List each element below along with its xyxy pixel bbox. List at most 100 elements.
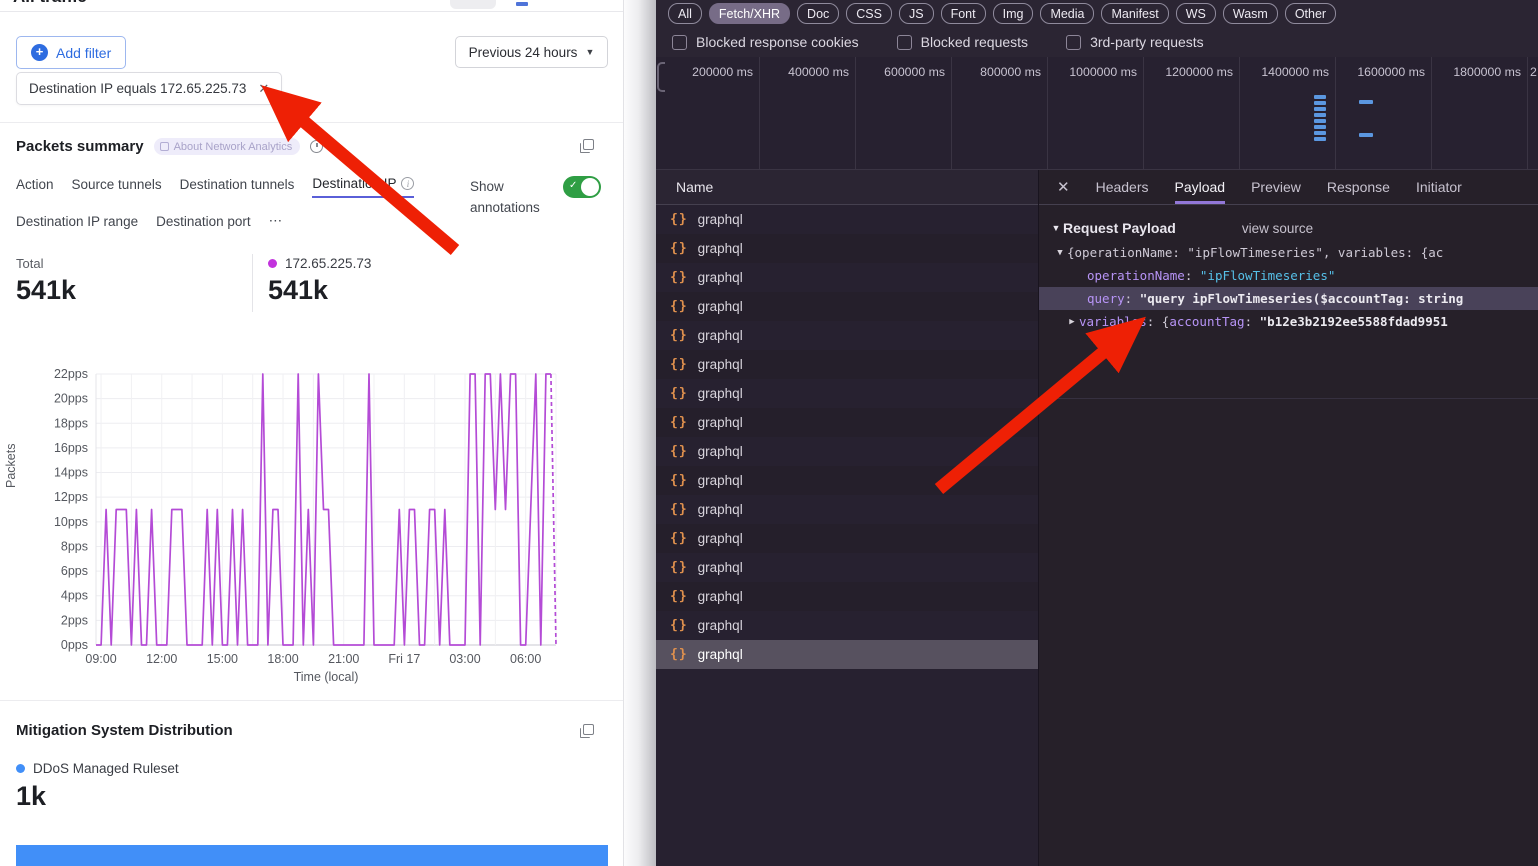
detail-tab-headers[interactable]: Headers — [1096, 170, 1149, 204]
request-row[interactable]: {}graphql — [656, 553, 1038, 582]
filter-pill-manifest[interactable]: Manifest — [1101, 3, 1168, 24]
timeline-scroll-handle[interactable] — [657, 62, 665, 92]
time-range-select[interactable]: Previous 24 hours ▼ — [455, 36, 608, 68]
expand-panel-icon[interactable] — [583, 139, 594, 150]
request-name: graphql — [698, 589, 743, 604]
waterfall-bar — [1359, 100, 1373, 104]
check-icon: ✓ — [569, 180, 577, 191]
mitigation-title: Mitigation System Distribution — [16, 722, 233, 739]
name-column-header[interactable]: Name — [676, 179, 713, 195]
toggle-knob — [581, 178, 599, 196]
request-row[interactable]: {}graphql — [656, 495, 1038, 524]
request-row[interactable]: {}graphql — [656, 611, 1038, 640]
request-name: graphql — [698, 473, 743, 488]
section-divider — [0, 122, 623, 123]
tab-label: Action — [16, 177, 54, 192]
request-row[interactable]: {}graphql — [656, 379, 1038, 408]
detail-tab-payload[interactable]: Payload — [1175, 170, 1226, 204]
request-row[interactable]: {}graphql — [656, 582, 1038, 611]
network-overview-timeline[interactable]: 200000 ms400000 ms600000 ms800000 ms1000… — [656, 57, 1538, 170]
json-icon: {} — [670, 618, 688, 633]
tab-destination-tunnels[interactable]: Destination tunnels — [180, 176, 295, 198]
show-annotations-toggle[interactable]: ✓ — [563, 176, 601, 198]
request-row[interactable]: {}graphql — [656, 466, 1038, 495]
request-row[interactable]: {}graphql — [656, 437, 1038, 466]
detail-tab-initiator[interactable]: Initiator — [1416, 170, 1462, 204]
tab-label: Destination IP range — [16, 214, 138, 229]
filter-pill-doc[interactable]: Doc — [797, 3, 839, 24]
json-icon: {} — [670, 647, 688, 662]
close-detail-icon[interactable]: ✕ — [1057, 178, 1070, 196]
tab-label: Destination IP — [312, 176, 396, 191]
waterfall-bar — [1314, 95, 1326, 99]
request-row[interactable]: {}graphql — [656, 263, 1038, 292]
request-name: graphql — [698, 270, 743, 285]
json-icon: {} — [670, 357, 688, 372]
checkbox-box[interactable] — [897, 35, 912, 50]
filter-pill-all[interactable]: All — [668, 3, 702, 24]
payload-token: : { — [1147, 314, 1170, 329]
plus-icon: + — [31, 44, 48, 61]
page-title: All traffic — [13, 0, 87, 7]
request-row[interactable]: {}graphql — [656, 205, 1038, 234]
waterfall-bar — [1314, 137, 1326, 141]
checkbox-box[interactable] — [672, 35, 687, 50]
checkbox-box[interactable] — [1066, 35, 1081, 50]
tab-destination-ip[interactable]: Destination IP i — [312, 176, 414, 198]
payload-line[interactable]: query: "query ipFlowTimeseries($accountT… — [1039, 287, 1538, 310]
tab-destination-port[interactable]: Destination port — [156, 213, 251, 234]
svg-text:20pps: 20pps — [54, 392, 88, 406]
request-row[interactable]: {} graphql — [656, 350, 1038, 379]
filter-pill-other[interactable]: Other — [1285, 3, 1336, 24]
filter-pill-wasm[interactable]: Wasm — [1223, 3, 1278, 24]
request-name: graphql — [698, 357, 743, 372]
detail-tab-response[interactable]: Response — [1327, 170, 1390, 204]
tab-label: Destination port — [156, 214, 251, 229]
checkbox-blocked-response-cookies[interactable]: Blocked response cookies — [672, 34, 859, 50]
json-icon: {} — [670, 386, 688, 401]
about-network-analytics-badge[interactable]: About Network Analytics — [154, 138, 301, 155]
waterfall-bar — [1314, 113, 1326, 117]
tab-destination-ip-range[interactable]: Destination IP range — [16, 213, 138, 234]
tab-action[interactable]: Action — [16, 176, 54, 198]
checkbox-blocked-requests[interactable]: Blocked requests — [897, 34, 1028, 50]
filter-pill-img[interactable]: Img — [993, 3, 1034, 24]
request-row[interactable]: {}graphql — [656, 408, 1038, 437]
svg-text:4pps: 4pps — [61, 589, 88, 603]
request-row[interactable]: {}graphql — [656, 234, 1038, 263]
filter-pill-js[interactable]: JS — [899, 3, 934, 24]
view-source-link[interactable]: view source — [1242, 221, 1313, 236]
expander-icon[interactable]: ▶ — [1065, 317, 1079, 327]
filter-pill-font[interactable]: Font — [941, 3, 986, 24]
mitigation-expand-icon[interactable] — [583, 724, 594, 735]
devtools-network-panel: All Fetch/XHR Doc CSS JS Font Img Media Manifest… — [656, 0, 1538, 866]
request-row[interactable]: {}graphql — [656, 292, 1038, 321]
tab-source-tunnels[interactable]: Source tunnels — [72, 176, 162, 198]
filter-pill-ws[interactable]: WS — [1176, 3, 1216, 24]
filter-chip[interactable]: Destination IP equals 172.65.225.73 ✕ — [16, 72, 282, 105]
section-divider-2 — [0, 700, 623, 701]
payload-token: "query ipFlowTimeseries($accountTag: str… — [1140, 291, 1464, 306]
remove-filter-icon[interactable]: ✕ — [258, 81, 269, 97]
tabs-overflow-button[interactable]: ⋯ — [269, 213, 283, 234]
filter-pill-fetch-xhr[interactable]: Fetch/XHR — [709, 3, 790, 24]
detail-tab-preview[interactable]: Preview — [1251, 170, 1301, 204]
payload-line[interactable]: operationName: "ipFlowTimeseries" — [1039, 264, 1538, 287]
payload-line[interactable]: ▶variables: {accountTag: "b12e3b2192ee55… — [1039, 310, 1538, 333]
info-icon: i — [401, 177, 414, 190]
expander-icon[interactable]: ▼ — [1053, 248, 1067, 258]
filter-pill-media[interactable]: Media — [1040, 3, 1094, 24]
json-icon: {} — [670, 502, 688, 517]
add-filter-button[interactable]: + Add filter — [16, 36, 126, 69]
timeline-label: 1200000 ms — [1144, 57, 1240, 169]
collapse-icon[interactable]: ▼ — [1049, 223, 1063, 233]
filter-pill-css[interactable]: CSS — [846, 3, 892, 24]
request-name: graphql — [698, 299, 743, 314]
request-row[interactable]: {}graphql — [656, 321, 1038, 350]
book-icon — [160, 142, 169, 151]
payload-line[interactable]: ▼{operationName: "ipFlowTimeseries", var… — [1039, 241, 1538, 264]
request-row[interactable]: {}graphql — [656, 524, 1038, 553]
svg-text:06:00: 06:00 — [510, 652, 541, 666]
request-row[interactable]: {}graphql — [656, 640, 1038, 669]
checkbox-3rd-party-requests[interactable]: 3rd-party requests — [1066, 34, 1204, 50]
